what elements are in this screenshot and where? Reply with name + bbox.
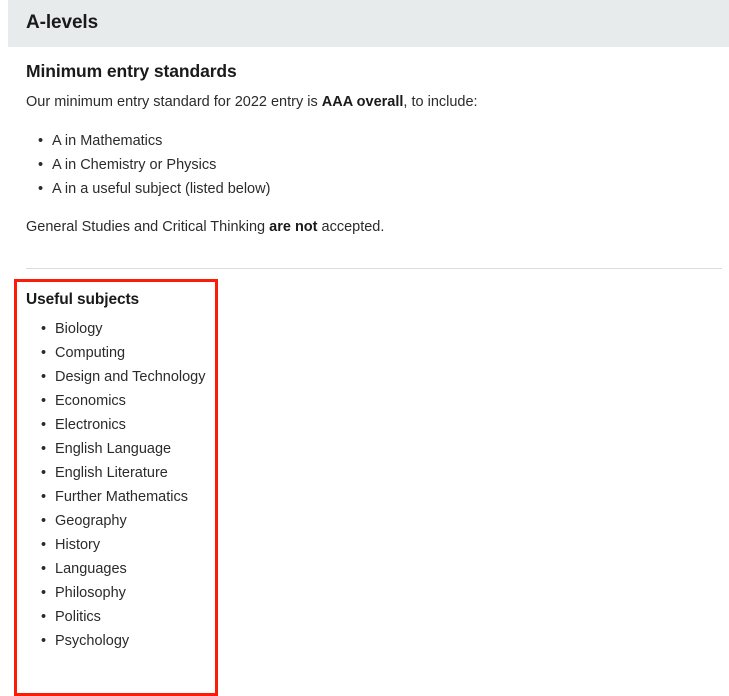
list-item: History	[17, 533, 215, 557]
intro-grade-emphasis: AAA overall	[321, 94, 404, 110]
list-item: Languages	[17, 557, 215, 581]
list-item: Computing	[17, 341, 215, 365]
section-header-band: A-levels	[8, 0, 729, 47]
list-item: Politics	[17, 605, 215, 629]
useful-subjects-panel: Useful subjects Biology Computing Design…	[14, 279, 218, 696]
list-item: English Literature	[17, 461, 215, 485]
section-divider	[26, 268, 722, 269]
intro-text-before: Our minimum entry standard for 2022 entr…	[26, 94, 322, 110]
useful-subjects-list: Biology Computing Design and Technology …	[17, 309, 215, 653]
list-item: Economics	[17, 389, 215, 413]
intro-text-after: , to include:	[403, 94, 478, 110]
list-item: A in Chemistry or Physics	[0, 153, 729, 177]
list-item: Biology	[17, 317, 215, 341]
excluded-subjects-note: General Studies and Critical Thinking ar…	[0, 201, 729, 238]
note-text-before: General Studies and Critical Thinking	[26, 218, 270, 235]
useful-subjects-title: Useful subjects	[26, 291, 140, 308]
list-item: Further Mathematics	[17, 485, 215, 509]
list-item: A in a useful subject (listed below)	[0, 177, 729, 201]
entry-standards-content: Minimum entry standards Our minimum entr…	[0, 47, 729, 696]
list-item: Geography	[17, 509, 215, 533]
list-item: A in Mathematics	[0, 129, 729, 153]
list-item: English Language	[17, 437, 215, 461]
intro-paragraph: Our minimum entry standard for 2022 entr…	[0, 82, 729, 113]
list-item: Psychology	[17, 629, 215, 653]
note-text-after: accepted.	[317, 218, 385, 235]
page-subheading: Minimum entry standards	[26, 61, 237, 81]
list-item: Philosophy	[17, 581, 215, 605]
entry-requirements-list: A in Mathematics A in Chemistry or Physi…	[0, 113, 729, 201]
section-header-title: A-levels	[26, 12, 99, 33]
list-item: Electronics	[17, 413, 215, 437]
note-negation-emphasis: are not	[269, 218, 318, 235]
list-item: Design and Technology	[17, 365, 215, 389]
